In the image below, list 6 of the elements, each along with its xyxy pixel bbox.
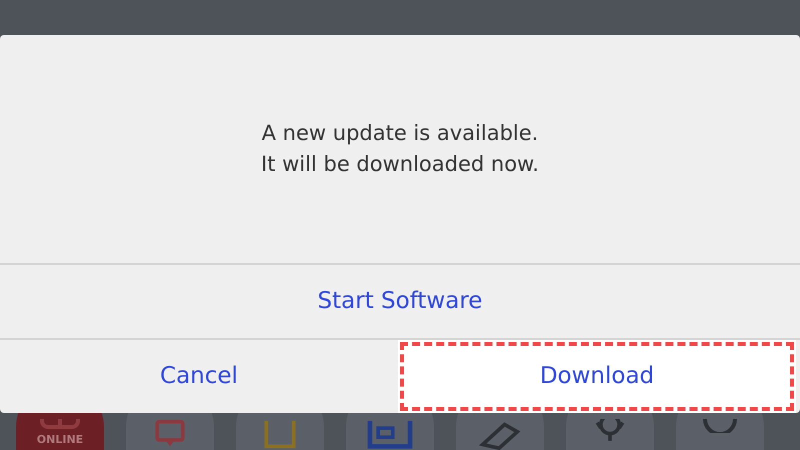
console-icon <box>38 419 82 429</box>
download-button[interactable]: Download <box>398 340 796 413</box>
online-label: ONLINE <box>36 432 84 448</box>
message-text: A new update is available. <box>262 120 538 146</box>
message-text: It will be downloaded now. <box>261 151 539 178</box>
album-icon <box>365 419 415 450</box>
